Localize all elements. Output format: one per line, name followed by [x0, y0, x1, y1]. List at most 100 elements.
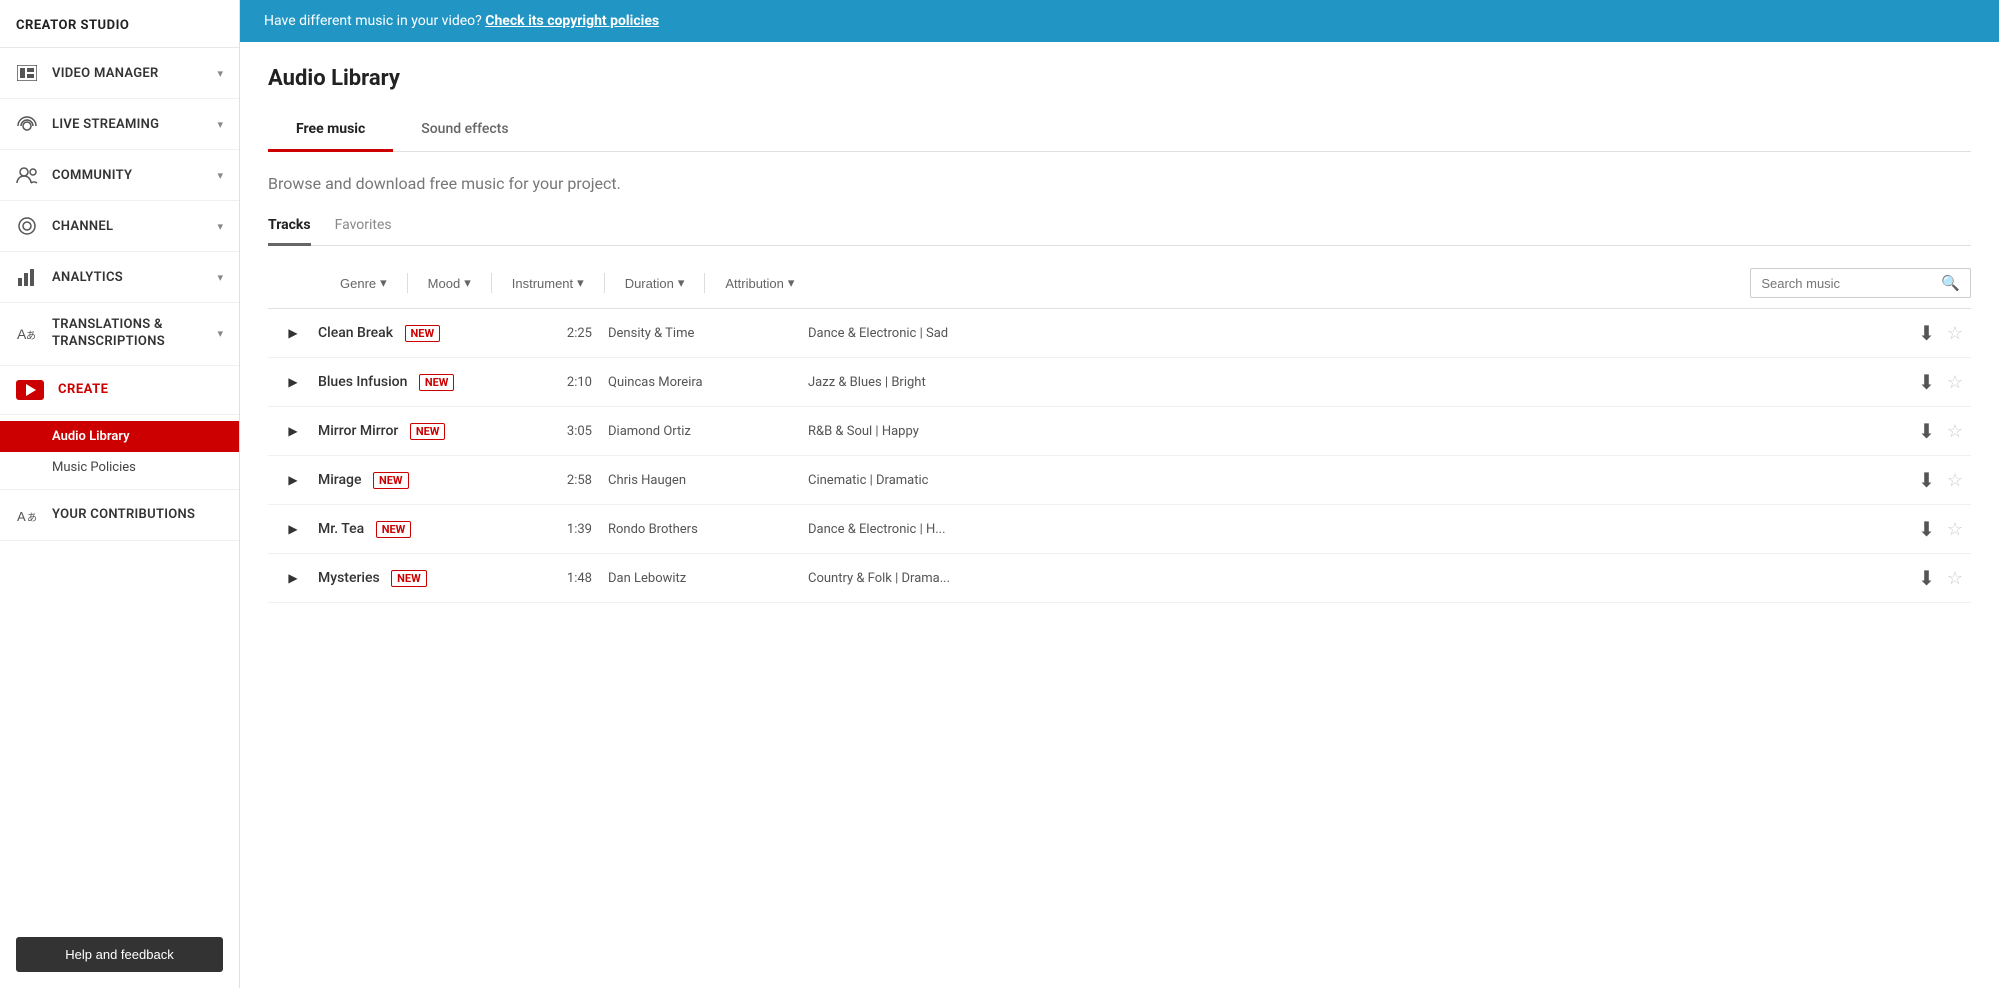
- chevron-down-icon: ▾: [217, 118, 223, 131]
- sidebar-item-live-streaming-label: LIVE STREAMING: [52, 117, 159, 132]
- download-button[interactable]: ⬇: [1918, 370, 1935, 394]
- play-button[interactable]: ▶: [268, 424, 318, 438]
- sidebar-item-translations[interactable]: Aあ TRANSLATIONS & TRANSCRIPTIONS ▾: [0, 303, 239, 366]
- track-name: Mr. Tea NEW: [318, 521, 518, 538]
- download-button[interactable]: ⬇: [1918, 419, 1935, 443]
- sidebar-item-create[interactable]: CREATE: [0, 366, 239, 415]
- track-genre: Jazz & Blues | Bright: [808, 375, 1911, 390]
- track-duration: 1:48: [518, 571, 608, 586]
- download-button[interactable]: ⬇: [1918, 566, 1935, 590]
- track-genre: Dance & Electronic | Sad: [808, 326, 1911, 341]
- play-button[interactable]: ▶: [268, 473, 318, 487]
- create-video-icon: [16, 380, 44, 400]
- favorite-button[interactable]: ☆: [1947, 470, 1963, 491]
- filter-separator: [604, 273, 605, 293]
- copyright-link[interactable]: Check its copyright policies: [485, 13, 659, 29]
- main-content: Have different music in your video? Chec…: [240, 0, 1999, 988]
- filter-instrument-button[interactable]: Instrument ▾: [500, 269, 596, 297]
- main-tabs: Free music Sound effects: [268, 109, 1971, 152]
- sub-tab-favorites[interactable]: Favorites: [335, 217, 392, 246]
- new-badge: NEW: [376, 521, 412, 538]
- new-badge: NEW: [373, 472, 409, 489]
- table-row: ▶ Mysteries NEW 1:48 Dan Lebowitz Countr…: [268, 554, 1971, 603]
- content-area: Audio Library Free music Sound effects B…: [240, 42, 1999, 988]
- sidebar-item-channel[interactable]: CHANNEL ▾: [0, 201, 239, 252]
- tab-free-music[interactable]: Free music: [268, 109, 393, 152]
- sidebar-item-your-contributions[interactable]: Aあ YOUR CONTRIBUTIONS: [0, 490, 239, 541]
- copyright-banner: Have different music in your video? Chec…: [240, 0, 1999, 42]
- sidebar-item-channel-label: CHANNEL: [52, 219, 113, 234]
- filter-separator: [407, 273, 408, 293]
- chevron-down-icon: ▾: [217, 169, 223, 182]
- sidebar-item-community[interactable]: COMMUNITY ▾: [0, 150, 239, 201]
- help-and-feedback-button[interactable]: Help and feedback: [16, 937, 223, 972]
- track-artist: Quincas Moreira: [608, 375, 808, 390]
- channel-icon: [16, 215, 38, 237]
- sub-tab-tracks[interactable]: Tracks: [268, 217, 311, 246]
- play-button[interactable]: ▶: [268, 522, 318, 536]
- chevron-down-icon: ▾: [678, 275, 685, 291]
- sidebar-item-analytics-label: ANALYTICS: [52, 270, 123, 285]
- table-row: ▶ Mr. Tea NEW 1:39 Rondo Brothers Dance …: [268, 505, 1971, 554]
- table-row: ▶ Mirror Mirror NEW 3:05 Diamond Ortiz R…: [268, 407, 1971, 456]
- chevron-down-icon: ▾: [788, 275, 795, 291]
- chevron-down-icon: ▾: [217, 271, 223, 284]
- track-artist: Density & Time: [608, 326, 808, 341]
- track-duration: 2:25: [518, 326, 608, 341]
- sidebar-sub-item-audio-library[interactable]: Audio Library: [0, 421, 239, 452]
- filter-duration-button[interactable]: Duration ▾: [613, 269, 697, 297]
- search-input[interactable]: [1761, 276, 1941, 291]
- filter-genre-button[interactable]: Genre ▾: [328, 269, 399, 297]
- table-row: ▶ Blues Infusion NEW 2:10 Quincas Moreir…: [268, 358, 1971, 407]
- filter-separator: [491, 273, 492, 293]
- chevron-down-icon: ▾: [217, 327, 223, 340]
- filter-mood-button[interactable]: Mood ▾: [416, 269, 483, 297]
- chevron-down-icon: ▾: [380, 275, 387, 291]
- table-row: ▶ Clean Break NEW 2:25 Density & Time Da…: [268, 309, 1971, 358]
- track-actions: ⬇ ☆: [1911, 321, 1971, 345]
- track-duration: 2:10: [518, 375, 608, 390]
- new-badge: NEW: [410, 423, 446, 440]
- favorite-button[interactable]: ☆: [1947, 421, 1963, 442]
- sidebar-item-community-label: COMMUNITY: [52, 168, 132, 183]
- download-button[interactable]: ⬇: [1918, 468, 1935, 492]
- sidebar-item-video-manager[interactable]: VIDEO MANAGER ▾: [0, 48, 239, 99]
- favorite-button[interactable]: ☆: [1947, 568, 1963, 589]
- banner-text: Have different music in your video?: [264, 13, 482, 29]
- sidebar-item-live-streaming[interactable]: LIVE STREAMING ▾: [0, 99, 239, 150]
- svg-text:あ: あ: [26, 330, 36, 342]
- tab-sound-effects[interactable]: Sound effects: [393, 109, 536, 152]
- track-name: Mirage NEW: [318, 472, 518, 489]
- track-actions: ⬇ ☆: [1911, 370, 1971, 394]
- track-list: ▶ Clean Break NEW 2:25 Density & Time Da…: [268, 309, 1971, 603]
- play-button[interactable]: ▶: [268, 375, 318, 389]
- track-genre: Dance & Electronic | H...: [808, 522, 1911, 537]
- sidebar-item-translations-label: TRANSLATIONS & TRANSCRIPTIONS: [52, 317, 217, 351]
- download-button[interactable]: ⬇: [1918, 321, 1935, 345]
- favorite-button[interactable]: ☆: [1947, 372, 1963, 393]
- sidebar-your-contributions-label: YOUR CONTRIBUTIONS: [52, 507, 195, 522]
- download-button[interactable]: ⬇: [1918, 517, 1935, 541]
- track-artist: Dan Lebowitz: [608, 571, 808, 586]
- chevron-down-icon: ▾: [217, 220, 223, 233]
- sub-tabs: Tracks Favorites: [268, 217, 1971, 246]
- filters-row: Genre ▾ Mood ▾ Instrument ▾ Duration ▾ A…: [268, 256, 1971, 309]
- sidebar-sub-item-music-policies[interactable]: Music Policies: [0, 452, 239, 483]
- video-manager-icon: [16, 62, 38, 84]
- favorite-button[interactable]: ☆: [1947, 519, 1963, 540]
- track-duration: 3:05: [518, 424, 608, 439]
- chevron-down-icon: ▾: [577, 275, 584, 291]
- track-name: Clean Break NEW: [318, 325, 518, 342]
- sidebar-create-label: CREATE: [58, 382, 108, 397]
- track-actions: ⬇ ☆: [1911, 566, 1971, 590]
- new-badge: NEW: [391, 570, 427, 587]
- table-row: ▶ Mirage NEW 2:58 Chris Haugen Cinematic…: [268, 456, 1971, 505]
- favorite-button[interactable]: ☆: [1947, 323, 1963, 344]
- track-duration: 2:58: [518, 473, 608, 488]
- filter-attribution-button[interactable]: Attribution ▾: [713, 269, 806, 297]
- play-button[interactable]: ▶: [268, 326, 318, 340]
- play-button[interactable]: ▶: [268, 571, 318, 585]
- track-genre: Country & Folk | Drama...: [808, 571, 1911, 586]
- sidebar-item-analytics[interactable]: ANALYTICS ▾: [0, 252, 239, 303]
- track-name: Blues Infusion NEW: [318, 374, 518, 391]
